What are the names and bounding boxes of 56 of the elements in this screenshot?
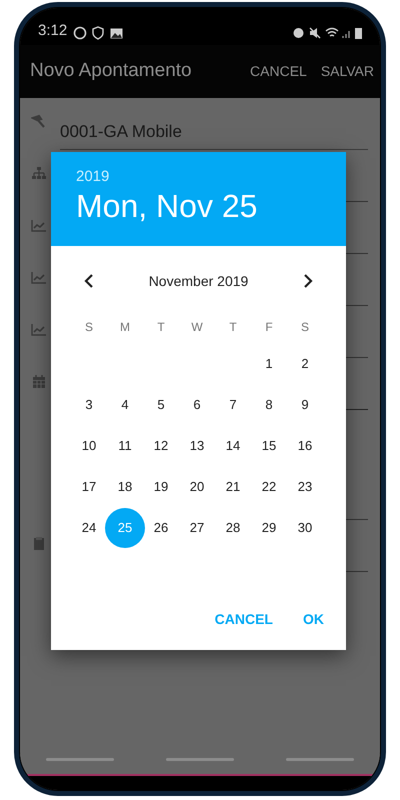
hammer-icon	[31, 114, 47, 130]
weekday-label: S	[84, 319, 94, 336]
chevron-right-icon	[303, 274, 313, 288]
calendar-day[interactable]: 19	[143, 468, 179, 504]
calendar-day[interactable]: 12	[143, 428, 179, 464]
weekday-label: T	[156, 319, 166, 336]
calendar-day[interactable]: 29	[251, 510, 287, 546]
weekday-label: T	[228, 319, 238, 336]
signal-icon	[342, 28, 352, 39]
app-bar-title: Novo Apontamento	[30, 59, 193, 84]
app-bar-action[interactable]: SALVAR	[320, 61, 374, 82]
clipboard-icon	[31, 536, 47, 552]
calendar-day[interactable]: 27	[179, 510, 215, 546]
calendar-day[interactable]: 15	[251, 428, 287, 464]
line-chart-icon	[31, 322, 47, 338]
calendar-day[interactable]: 26	[143, 510, 179, 546]
line-chart-icon	[31, 270, 47, 286]
weekday-label: S	[300, 319, 310, 336]
wifi-icon	[325, 27, 339, 39]
hierarchy-icon	[31, 166, 47, 182]
calendar-day[interactable]: 9	[287, 386, 323, 422]
calendar-day[interactable]: 30	[287, 510, 323, 546]
calendar-day[interactable]: 13	[179, 428, 215, 464]
calendar-day[interactable]: 17	[71, 468, 107, 504]
mute-icon	[309, 27, 321, 39]
calendar-day[interactable]: 14	[215, 428, 251, 464]
calendar-day[interactable]: 18	[107, 468, 143, 504]
weekday-label: W	[190, 319, 204, 336]
calendar-day[interactable]: 11	[107, 428, 143, 464]
calendar-day[interactable]: 7	[215, 386, 251, 422]
month-label: November 2019	[148, 272, 250, 290]
status-time: 3:12	[38, 20, 68, 40]
calendar-day[interactable]: 8	[251, 386, 287, 422]
calendar-day[interactable]: 10	[71, 428, 107, 464]
image-icon	[110, 28, 124, 39]
calendar-day[interactable]: 28	[215, 510, 251, 546]
calendar-day[interactable]: 1	[251, 346, 287, 382]
shield-icon	[92, 26, 104, 40]
calendar-icon	[31, 374, 47, 390]
calendar-day[interactable]: 2	[287, 346, 323, 382]
calendar-day[interactable]: 24	[71, 510, 107, 546]
app-bar-action[interactable]: CANCEL	[250, 61, 307, 82]
calendar-day[interactable]: 4	[107, 386, 143, 422]
calendar-day[interactable]: 21	[215, 468, 251, 504]
calendar-day[interactable]: 6	[179, 386, 215, 422]
battery-icon	[355, 27, 362, 39]
chevron-left-icon	[84, 274, 94, 288]
calendar-day[interactable]: 22	[251, 468, 287, 504]
calendar-day[interactable]: 16	[287, 428, 323, 464]
weekday-label: M	[119, 319, 131, 336]
weekday-label: F	[264, 319, 274, 336]
line-chart-icon	[31, 218, 47, 234]
calendar-day[interactable]: 20	[179, 468, 215, 504]
calendar-day[interactable]: 3	[71, 386, 107, 422]
calendar-day[interactable]: 5	[143, 386, 179, 422]
calendar-day[interactable]: 23	[287, 468, 323, 504]
